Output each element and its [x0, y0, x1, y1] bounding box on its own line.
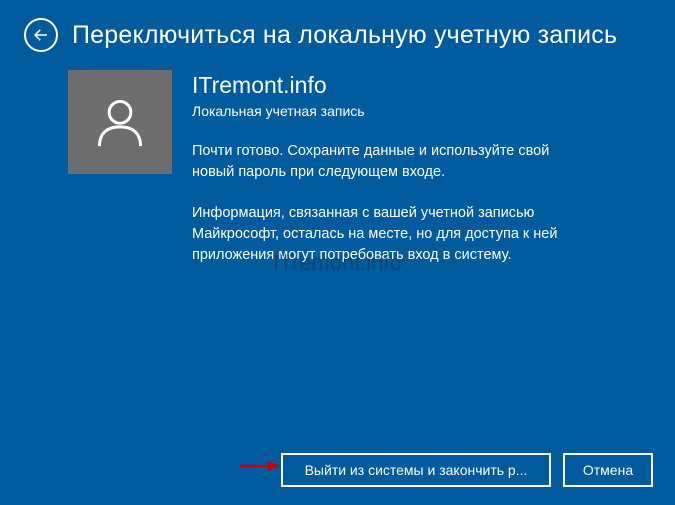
back-button[interactable] [24, 18, 58, 52]
page-title: Переключиться на локальную учетную запис… [72, 21, 617, 50]
content-area: ITremont.info Локальная учетная запись П… [0, 62, 675, 286]
account-info: ITremont.info Локальная учетная запись П… [192, 70, 651, 286]
body-paragraph-2: Информация, связанная с вашей учетной за… [192, 203, 592, 266]
signout-finish-button[interactable]: Выйти из системы и закончить р... [281, 453, 551, 487]
account-username: ITremont.info [192, 72, 651, 99]
dialog-header: Переключиться на локальную учетную запис… [0, 0, 675, 62]
dialog-footer: Выйти из системы и закончить р... Отмена [281, 453, 653, 487]
body-paragraph-1: Почти готово. Сохраните данные и использ… [192, 141, 592, 183]
back-arrow-icon [32, 26, 50, 44]
arrow-annotation [238, 459, 280, 477]
cancel-button[interactable]: Отмена [563, 453, 653, 487]
avatar [68, 70, 172, 174]
account-type-label: Локальная учетная запись [192, 103, 651, 119]
user-icon [91, 93, 149, 151]
